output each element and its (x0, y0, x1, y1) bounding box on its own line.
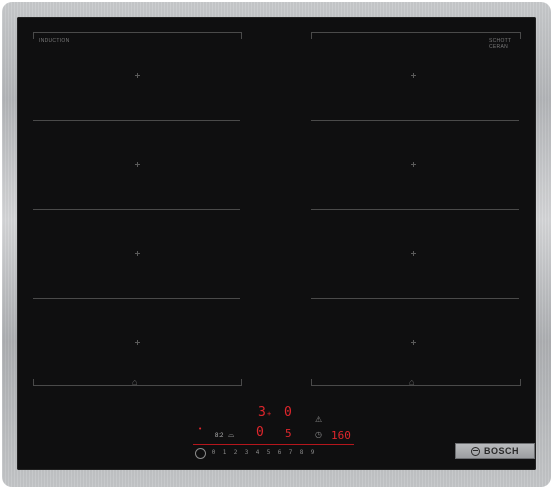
scale-digit[interactable]: 7 (285, 449, 296, 456)
cross-marker-icon (135, 340, 140, 345)
zone-display-top-right: 0 (284, 405, 292, 420)
induction-label: INDUCTION (39, 38, 70, 44)
left-zone-divider (33, 298, 240, 299)
lock-icon[interactable]: ⚠ (315, 416, 322, 424)
scale-digit[interactable]: 3 (241, 449, 252, 456)
brand-plate: BOSCH (455, 443, 535, 459)
cross-marker-icon (411, 251, 416, 256)
glass-cooktop: INDUCTION SCHOTT CERAN ⌂ ⌂ 3 + 0 ⚠ 0 5 8… (17, 17, 536, 470)
brand-name: BOSCH (483, 446, 519, 456)
timer-icon[interactable]: ◷ (315, 431, 322, 439)
left-zone-divider (33, 120, 240, 121)
left-bottom-bracket (33, 379, 242, 386)
bridge-icon[interactable]: ⌂ (132, 378, 137, 387)
scale-digit[interactable]: 8 (296, 449, 307, 456)
slider-red-line (193, 444, 354, 445)
scale-digit[interactable]: 2 (230, 449, 241, 456)
cross-marker-icon (135, 73, 140, 78)
left-zone-divider (33, 209, 240, 210)
cross-marker-icon (411, 340, 416, 345)
right-bottom-bracket (311, 379, 521, 386)
zone-display-suffix: + (267, 410, 272, 418)
power-level-slider[interactable]: 0 1 2 3 4 5 6 7 8 9 (208, 449, 318, 456)
scale-digit[interactable]: 4 (252, 449, 263, 456)
cross-marker-icon (135, 251, 140, 256)
cross-marker-icon (411, 73, 416, 78)
pan-icon[interactable]: ⌓ (228, 431, 234, 439)
right-zone-divider (311, 298, 519, 299)
cross-marker-icon (411, 162, 416, 167)
timer-mode-display: 8:2 (215, 433, 224, 439)
zone-display-top-left: 3 (258, 405, 266, 420)
timer-value: 160 (331, 429, 351, 442)
scale-digit[interactable]: 0 (208, 449, 219, 456)
boost-icon[interactable]: • (198, 426, 202, 433)
power-icon[interactable] (195, 448, 206, 459)
scale-digit[interactable]: 1 (219, 449, 230, 456)
zone-display-bottom-mid: 5 (285, 427, 292, 440)
zone-display-bottom-left: 0 (256, 425, 264, 440)
ceran-label: CERAN (489, 44, 509, 50)
scale-digit[interactable]: 9 (307, 449, 318, 456)
right-zone-divider (311, 209, 519, 210)
bridge-icon[interactable]: ⌂ (409, 378, 414, 387)
brand-logo-icon (470, 446, 480, 456)
scale-digit[interactable]: 5 (263, 449, 274, 456)
scale-digit[interactable]: 6 (274, 449, 285, 456)
right-zone-divider (311, 120, 519, 121)
cross-marker-icon (135, 162, 140, 167)
